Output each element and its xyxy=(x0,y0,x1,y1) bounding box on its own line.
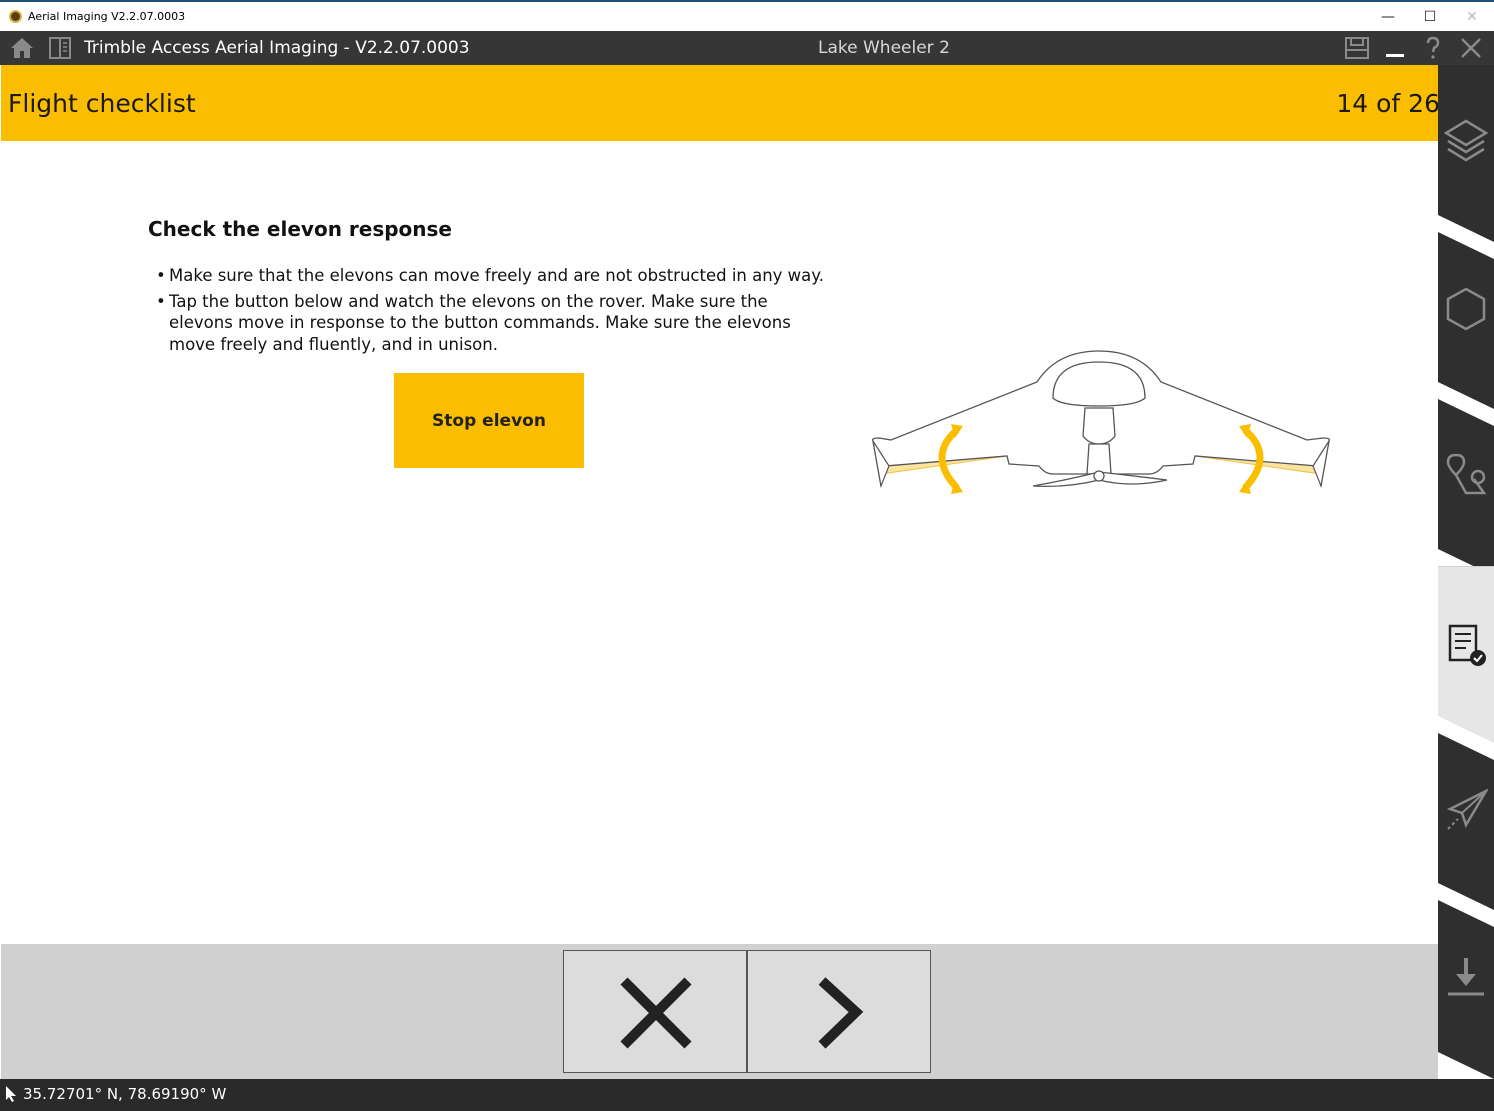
cursor-icon xyxy=(6,1086,16,1102)
home-icon[interactable] xyxy=(10,37,34,59)
sidebar-item-fly[interactable] xyxy=(1438,733,1494,910)
hexagon-icon xyxy=(1446,287,1486,331)
cancel-button[interactable] xyxy=(563,950,747,1073)
coordinates-readout: 35.72701° N, 78.69190° W xyxy=(23,1085,227,1103)
sidebar-item-layers[interactable] xyxy=(1438,65,1494,242)
app-title: Trimble Access Aerial Imaging - V2.2.07.… xyxy=(84,38,470,58)
check-heading: Check the elevon response xyxy=(148,217,452,241)
checklist-banner: Flight checklist 14 of 26 xyxy=(1,65,1440,141)
help-icon[interactable] xyxy=(1420,36,1446,60)
next-button[interactable] xyxy=(747,950,931,1073)
save-icon[interactable] xyxy=(1344,36,1370,60)
window-title: Aerial Imaging V2.2.07.0003 xyxy=(28,10,186,23)
right-sidebar xyxy=(1438,65,1494,1079)
main-content: Check the elevon response Make sure that… xyxy=(1,141,1438,944)
window-titlebar: Aerial Imaging V2.2.07.0003 — ☐ ✕ xyxy=(0,0,1494,31)
footer-nav xyxy=(1,944,1438,1079)
minimize-app-icon[interactable] xyxy=(1382,36,1408,60)
waypoint-icon xyxy=(1446,453,1487,495)
download-icon xyxy=(1448,958,1484,996)
instruction-list: Make sure that the elevons can move free… xyxy=(156,265,836,359)
sidebar-item-download[interactable] xyxy=(1438,900,1494,1079)
instruction-item: Make sure that the elevons can move free… xyxy=(156,265,836,287)
close-icon xyxy=(620,977,692,1049)
app-logo-icon xyxy=(9,10,22,23)
layers-icon xyxy=(1444,119,1488,162)
close-app-icon[interactable] xyxy=(1458,36,1484,60)
sidebar-item-waypoints[interactable] xyxy=(1438,399,1494,576)
page-title: Flight checklist xyxy=(8,89,196,118)
sidebar-item-checklist[interactable] xyxy=(1438,566,1494,743)
panel-toggle-icon[interactable] xyxy=(48,37,72,59)
drone-elevon-illustration xyxy=(871,350,1331,494)
chevron-right-icon xyxy=(818,977,864,1049)
instruction-item: Tap the button below and watch the elevo… xyxy=(156,291,836,356)
project-name: Lake Wheeler 2 xyxy=(818,38,950,58)
status-bar: 35.72701° N, 78.69190° W xyxy=(0,1079,1494,1111)
window-minimize-button[interactable]: — xyxy=(1378,7,1398,27)
paper-plane-icon xyxy=(1446,788,1488,830)
sidebar-item-area[interactable] xyxy=(1438,232,1494,409)
step-counter: 14 of 26 xyxy=(1336,89,1440,118)
checklist-icon xyxy=(1448,624,1486,666)
app-header: Trimble Access Aerial Imaging - V2.2.07.… xyxy=(0,31,1494,65)
window-close-button[interactable]: ✕ xyxy=(1462,7,1482,27)
stop-elevon-button[interactable]: Stop elevon xyxy=(394,373,584,468)
window-maximize-button[interactable]: ☐ xyxy=(1420,7,1440,27)
